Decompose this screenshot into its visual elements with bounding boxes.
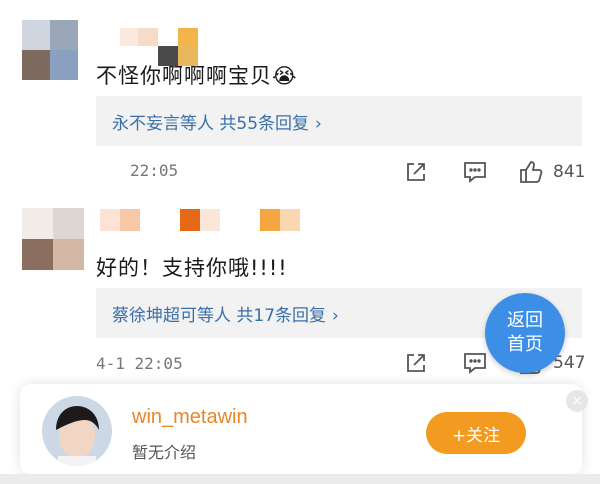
background-content-strip (0, 474, 600, 484)
chevron-right-icon: › (315, 114, 322, 134)
comment-item: 不怪你啊啊啊宝贝😭 永不妄言等人 共55条回复 › 22:05 841 (0, 0, 600, 195)
like-count: 841 (553, 162, 586, 182)
share-icon[interactable] (404, 351, 428, 379)
comment-time: 4-1 22:05 (96, 354, 183, 373)
comment-icon[interactable] (462, 160, 488, 188)
replies-link[interactable]: 永不妄言等人 共55条回复 › (96, 96, 582, 146)
follow-button[interactable]: +关注 (426, 412, 526, 454)
comment-icon[interactable] (462, 351, 488, 379)
username-pixelated[interactable] (100, 209, 310, 235)
profile-subtitle: 暂无介绍 (132, 443, 197, 462)
profile-card: win_metawin 暂无介绍 +关注 × (20, 384, 588, 474)
comment-time: 22:05 (130, 161, 179, 180)
profile-name[interactable]: win_metawin (132, 406, 248, 429)
avatar[interactable] (42, 396, 112, 466)
avatar[interactable] (22, 208, 84, 270)
close-icon[interactable]: × (566, 390, 588, 412)
chevron-right-icon: › (332, 306, 339, 326)
comment-text: 好的！支持你哦!!!! (96, 256, 288, 280)
thumbs-up-icon[interactable] (518, 159, 544, 189)
crying-emoji-icon: 😭 (272, 64, 298, 88)
avatar[interactable] (22, 20, 78, 80)
like-count: 547 (553, 353, 586, 373)
return-home-button[interactable]: 返回 首页 (485, 293, 565, 373)
share-icon[interactable] (404, 160, 428, 188)
comment-text: 不怪你啊啊啊宝贝😭 (96, 64, 298, 88)
